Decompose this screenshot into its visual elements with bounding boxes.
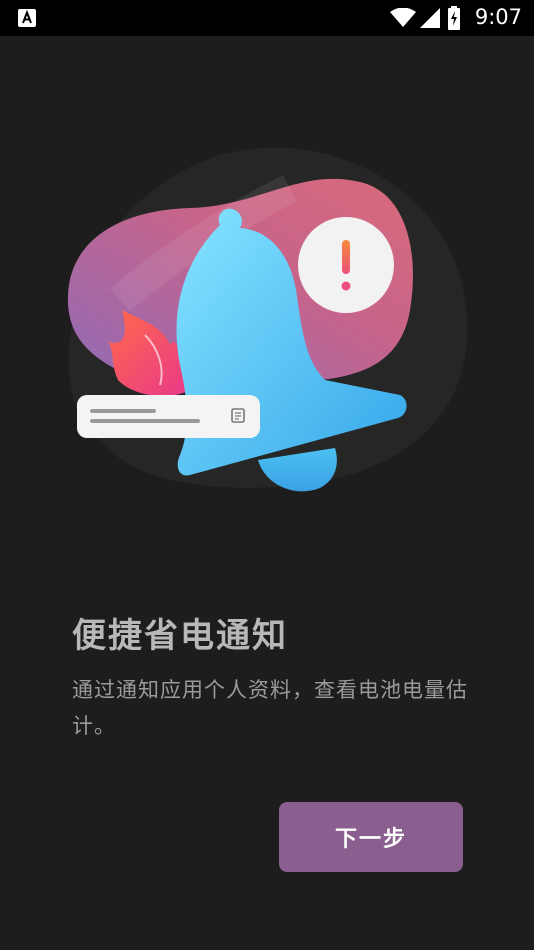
status-bar: 9:07 — [0, 0, 534, 36]
next-button[interactable]: 下一步 — [279, 802, 463, 872]
page-title: 便捷省电通知 — [72, 616, 288, 656]
battery-charging-icon — [448, 6, 460, 30]
cellular-signal-icon — [420, 8, 440, 28]
wifi-icon — [390, 8, 416, 27]
illustration — [67, 147, 468, 492]
page-description: 通过通知应用个人资料，查看电池电量估计。 — [72, 678, 468, 738]
alert-exclamation-icon — [298, 217, 394, 313]
notification-card-icon — [77, 395, 260, 438]
status-time: 9:07 — [474, 5, 522, 29]
accessibility-a-icon — [18, 9, 36, 27]
